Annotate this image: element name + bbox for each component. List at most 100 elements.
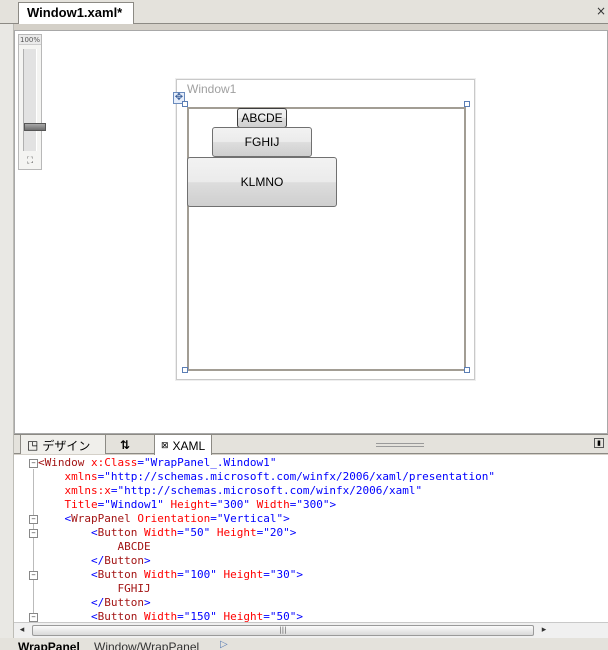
preview-button-abcde[interactable]: ABCDE [237,108,287,128]
code-token: x:Class [90,456,138,469]
code-token: > [143,554,151,567]
code-token: Height [223,568,264,581]
code-token: " [210,610,224,622]
code-line[interactable]: FGHIJ [38,582,151,596]
code-token: 20 [269,526,284,539]
code-line[interactable]: Title="Window1" Height="300" Width="300"… [38,498,336,512]
code-line[interactable]: <WrapPanel Orientation="Vertical"> [38,512,290,526]
fold-toggle-icon[interactable]: − [29,459,38,468]
breadcrumb-path[interactable]: Window/WrapPanel [94,640,199,650]
code-token: 50 [190,526,204,539]
code-token: Width [143,526,178,539]
pane-splitter-grip[interactable] [376,443,424,447]
code-token: Width [256,498,290,511]
code-token: 50 [276,610,290,622]
code-token: =" [177,526,191,539]
code-token: 300 [223,498,244,511]
code-line[interactable]: xmlns:x="http://schemas.microsoft.com/wi… [38,484,422,498]
code-token: " [157,498,171,511]
code-line[interactable]: </Button> [38,554,151,568]
swap-icon: ⇅ [119,438,131,452]
code-token: ABCDE [38,540,151,553]
swap-panes-button[interactable]: ⇅ [110,435,140,454]
code-token: Vertical [223,512,277,525]
resize-handle-bottom-left[interactable] [182,367,188,373]
code-token: FGHIJ [38,582,151,595]
code-token: < [38,512,72,525]
zoom-fit-icon[interactable]: ⛶ [21,155,39,167]
code-token: " [415,484,423,497]
tab-design[interactable]: ◳ デザイン [20,435,106,454]
close-icon[interactable]: × [596,4,608,18]
code-token: =" [177,568,191,581]
collapse-pane-icon[interactable]: ▮ [594,438,604,448]
resize-handle-top-left[interactable] [182,101,188,107]
breadcrumb-arrow-icon[interactable]: ▷ [220,639,228,650]
scroll-right-icon[interactable]: ▸ [538,624,550,637]
fold-toggle-icon[interactable]: − [29,529,38,538]
code-line[interactable]: <Button Width="100" Height="30"> [38,568,303,582]
code-token: =" [263,568,277,581]
window-preview[interactable]: Window1 [176,79,475,380]
code-token: " [203,526,217,539]
code-token: "> [283,526,297,539]
resize-handle-bottom-right[interactable] [464,367,470,373]
zoom-track[interactable] [23,49,46,151]
code-token: Width [143,610,178,622]
code-line[interactable]: <Button Width="150" Height="50"> [38,610,303,622]
code-line[interactable]: <Button Width="50" Height="20"> [38,526,296,540]
code-token: Button [104,554,144,567]
zoom-slider[interactable]: 100% ⛶ [18,34,46,170]
breadcrumb-active-element[interactable]: WrapPanel [18,640,80,650]
code-token: "> [289,568,303,581]
code-token: " [269,456,277,469]
scroll-thumb[interactable]: ||| [32,625,534,636]
code-token: =" [110,484,125,497]
code-token: =" [256,526,270,539]
xaml-code-editor[interactable]: − − − − − <Window x:Class="WrapPanel_.Wi… [14,455,608,622]
code-token: 150 [190,610,211,622]
tab-xaml[interactable]: ⊠ XAML [154,435,212,455]
code-token: Window1 [110,498,158,511]
fold-guide [33,469,34,622]
code-token: xmlns [38,470,98,483]
resize-handle-top-right[interactable] [464,101,470,107]
code-token: </ [38,596,105,609]
code-token: =" [210,512,224,525]
document-tab-strip: Window1.xaml* × [0,0,608,24]
code-token: =" [289,498,303,511]
fold-toggle-icon[interactable]: − [29,515,38,524]
code-token: < [38,610,98,622]
code-line[interactable]: xmlns="http://schemas.microsoft.com/winf… [38,470,495,484]
code-token: " [243,498,257,511]
code-token: Button [97,568,144,581]
code-line[interactable]: </Button> [38,596,151,610]
zoom-thumb[interactable] [24,123,46,131]
code-token: 30 [276,568,290,581]
code-line[interactable]: <Window x:Class="WrapPanel_.Window1" [38,456,276,470]
preview-button-fghij[interactable]: FGHIJ [212,127,312,157]
code-token: "> [276,512,290,525]
code-token: =" [177,610,191,622]
view-tab-bar: ◳ デザイン ⇅ ⊠ XAML ▮ [14,434,608,455]
horizontal-scrollbar[interactable]: ◂ ||| ▸ [14,622,608,638]
code-token: =" [137,456,151,469]
code-token: =" [97,470,111,483]
fold-toggle-icon[interactable]: − [29,571,38,580]
tab-xaml-label: XAML [172,438,206,453]
code-token: < [38,526,98,539]
code-token: =" [210,498,224,511]
tab-window1-xaml[interactable]: Window1.xaml* [18,2,134,24]
zoom-level-label: 100% [19,35,41,45]
scroll-left-icon[interactable]: ◂ [16,624,28,637]
fold-toggle-icon[interactable]: − [29,613,38,622]
code-token: Width [143,568,178,581]
design-view-icon: ◳ [27,438,39,452]
code-token: Title [38,498,98,511]
code-token: 300 [302,498,323,511]
code-token: xmlns:x [38,484,111,497]
code-line[interactable]: ABCDE [38,540,151,554]
preview-button-klmno[interactable]: KLMNO [187,157,337,207]
code-token: =" [263,610,277,622]
left-margin-strip [0,24,14,650]
